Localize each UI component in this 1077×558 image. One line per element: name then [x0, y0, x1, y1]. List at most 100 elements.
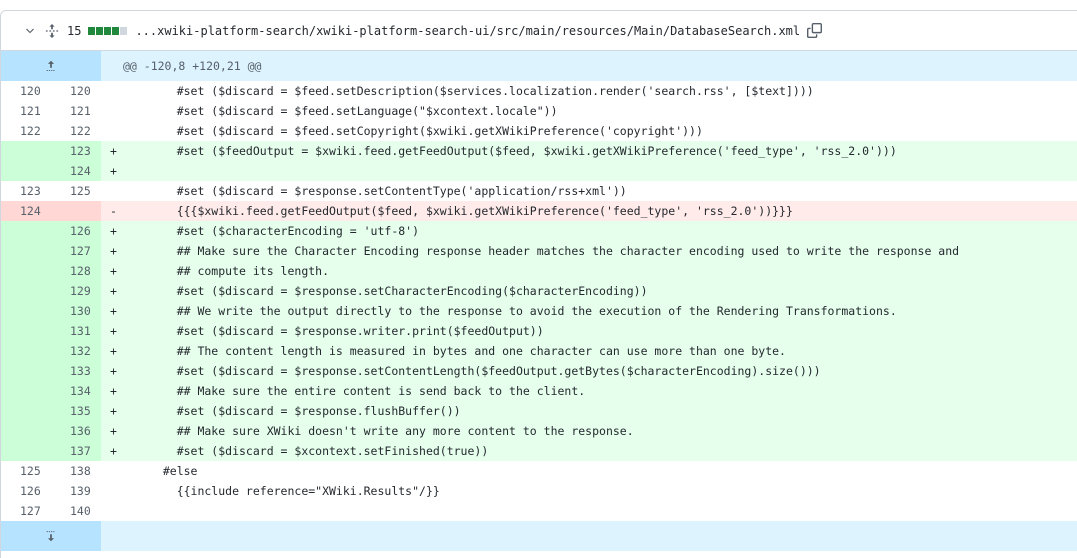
changes-count: 15 — [67, 23, 82, 38]
diff-marker: + — [110, 284, 117, 298]
code-text: #else — [149, 464, 198, 478]
context-line: 120 120 #set ($discard = $feed.setDescrip… — [1, 81, 1077, 101]
new-line-number[interactable]: 136 — [51, 421, 101, 441]
added-line: 137 + #set ($discard = $xcontext.setFinis… — [1, 441, 1077, 461]
new-line-number[interactable]: 139 — [51, 481, 101, 501]
old-line-number[interactable] — [1, 401, 51, 421]
old-line-number[interactable] — [1, 261, 51, 281]
bottom-hunk — [1, 521, 1077, 551]
old-line-number[interactable] — [1, 421, 51, 441]
new-line-number[interactable]: 124 — [51, 161, 101, 181]
unfold-icon[interactable] — [41, 20, 63, 42]
diff-marker — [101, 101, 129, 121]
diff-marker: + — [110, 444, 117, 458]
new-line-number[interactable]: 138 — [51, 461, 101, 481]
added-line: 123 + #set ($feedOutput = $xwiki.feed.get… — [1, 141, 1077, 161]
old-line-number[interactable] — [1, 281, 51, 301]
diff-marker: - — [110, 204, 117, 218]
diff-marker: + — [110, 224, 117, 238]
code-text: #set ($characterEncoding = 'utf-8') — [149, 224, 420, 238]
new-line-number[interactable]: 134 — [51, 381, 101, 401]
added-line: 132 + ## The content length is measured i… — [1, 341, 1077, 361]
new-line-number[interactable]: 140 — [51, 501, 101, 521]
code-text: {{include reference="XWiki.Results"/}} — [149, 484, 440, 498]
new-line-number[interactable]: 132 — [51, 341, 101, 361]
old-line-number[interactable]: 121 — [1, 101, 51, 121]
new-line-number[interactable]: 131 — [51, 321, 101, 341]
context-line: 121 121 #set ($discard = $feed.setLanguag… — [1, 101, 1077, 121]
added-line: 133 + #set ($discard = $response.setConte… — [1, 361, 1077, 381]
added-line: 126 + #set ($characterEncoding = 'utf-8') — [1, 221, 1077, 241]
added-line: 124 + — [1, 161, 1077, 181]
code-text: #set ($discard = $response.setContentTyp… — [149, 184, 627, 198]
new-line-number[interactable]: 122 — [51, 121, 101, 141]
old-line-number[interactable]: 126 — [1, 481, 51, 501]
old-line-number[interactable]: 122 — [1, 121, 51, 141]
diffstat-block — [104, 26, 112, 35]
code-text: ## The content length is measured in byt… — [149, 344, 786, 358]
code-text: #set ($discard = $response.flushBuffer()… — [149, 404, 461, 418]
fold-down-icon[interactable] — [1, 521, 101, 551]
code-text: ## Make sure the Character Encoding resp… — [149, 244, 960, 258]
old-line-number[interactable]: 123 — [1, 181, 51, 201]
added-line: 131 + #set ($discard = $response.writer.p… — [1, 321, 1077, 341]
new-line-number[interactable]: 129 — [51, 281, 101, 301]
new-line-number[interactable] — [51, 201, 101, 221]
context-line: 123 125 #set ($discard = $response.setCon… — [1, 181, 1077, 201]
new-line-number[interactable]: 128 — [51, 261, 101, 281]
old-line-number[interactable] — [1, 221, 51, 241]
code-text: #set ($discard = $response.writer.print(… — [149, 324, 544, 338]
new-line-number[interactable]: 123 — [51, 141, 101, 161]
copy-icon[interactable] — [804, 21, 824, 41]
diff-marker — [101, 481, 129, 501]
old-line-number[interactable] — [1, 141, 51, 161]
old-line-number[interactable]: 124 — [1, 201, 51, 221]
diffstat-block — [120, 26, 128, 35]
diff-lines: 120 120 #set ($discard = $feed.setDescrip… — [1, 81, 1077, 521]
old-line-number[interactable] — [1, 241, 51, 261]
old-line-number[interactable]: 120 — [1, 81, 51, 101]
chevron-down-icon[interactable] — [19, 20, 41, 42]
diff-marker: + — [110, 384, 117, 398]
fold-up-icon[interactable] — [1, 51, 101, 81]
diff-marker: + — [110, 344, 117, 358]
new-line-number[interactable]: 135 — [51, 401, 101, 421]
diff-marker: + — [110, 324, 117, 338]
old-line-number[interactable] — [1, 321, 51, 341]
old-line-number[interactable] — [1, 441, 51, 461]
new-line-number[interactable]: 125 — [51, 181, 101, 201]
new-line-number[interactable]: 126 — [51, 221, 101, 241]
code-text: #set ($discard = $feed.setCopyright($xwi… — [149, 124, 703, 138]
new-line-number[interactable]: 120 — [51, 81, 101, 101]
diff-marker: + — [110, 364, 117, 378]
old-line-number[interactable] — [1, 341, 51, 361]
old-line-number[interactable] — [1, 361, 51, 381]
added-line: 135 + #set ($discard = $response.flushBuf… — [1, 401, 1077, 421]
diff-marker — [101, 121, 129, 141]
code-text: #set ($discard = $response.setCharacterE… — [149, 284, 648, 298]
diff-marker: + — [110, 244, 117, 258]
diff-marker — [101, 461, 129, 481]
added-line: 129 + #set ($discard = $response.setChara… — [1, 281, 1077, 301]
new-line-number[interactable]: 130 — [51, 301, 101, 321]
hunk-header: @@ -120,8 +120,21 @@ — [1, 51, 1077, 81]
old-line-number[interactable]: 125 — [1, 461, 51, 481]
context-line: 127 140 — [1, 501, 1077, 521]
diff-marker: + — [110, 144, 117, 158]
old-line-number[interactable] — [1, 381, 51, 401]
code-text: #set ($discard = $response.setContentLen… — [149, 364, 821, 378]
old-line-number[interactable] — [1, 161, 51, 181]
new-line-number[interactable]: 133 — [51, 361, 101, 381]
new-line-number[interactable]: 137 — [51, 441, 101, 461]
added-line: 130 + ## We write the output directly to … — [1, 301, 1077, 321]
file-path[interactable]: ...xwiki-platform-search/xwiki-platform-… — [135, 24, 800, 38]
new-line-number[interactable]: 121 — [51, 101, 101, 121]
new-line-number[interactable]: 127 — [51, 241, 101, 261]
code-text: ## Make sure XWiki doesn't write any mor… — [149, 424, 634, 438]
old-line-number[interactable] — [1, 301, 51, 321]
old-line-number[interactable]: 127 — [1, 501, 51, 521]
diffstat-block — [112, 26, 120, 35]
code-text: ## We write the output directly to the r… — [149, 304, 897, 318]
